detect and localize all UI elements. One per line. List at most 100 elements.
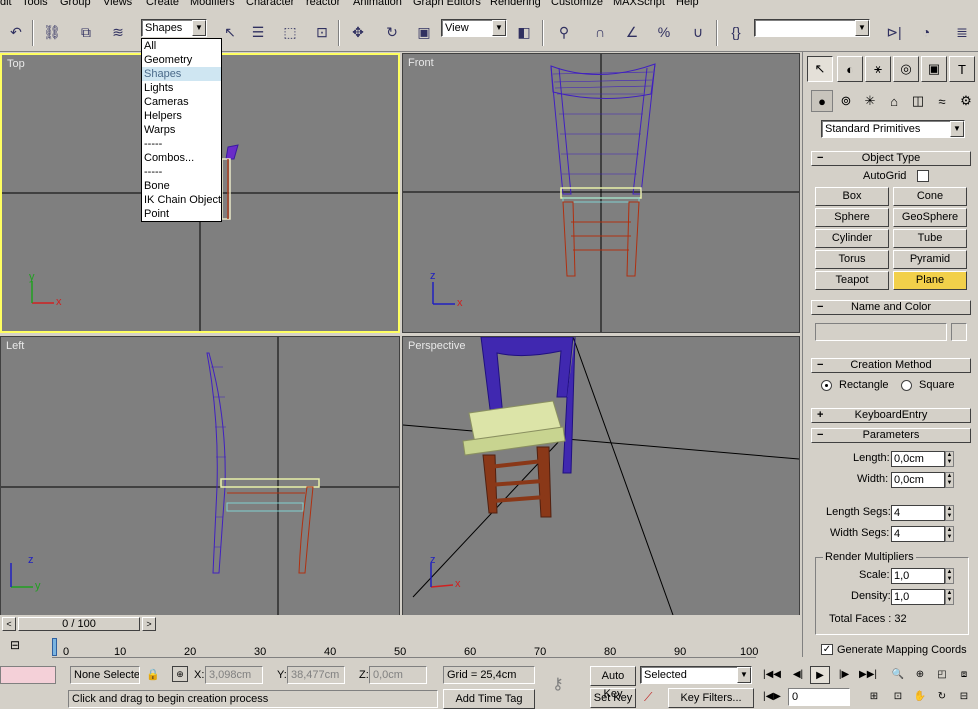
width-segs-spinner[interactable]: 4 ▲ ▼ [891, 526, 954, 542]
menu-views[interactable]: Views [103, 0, 132, 8]
play-icon[interactable]: ▶ [810, 666, 830, 684]
rectangular-selection-icon[interactable]: ⬚ [278, 20, 302, 44]
cone-button[interactable]: Cone [893, 187, 967, 206]
angle-snap-icon[interactable]: ∠ [620, 20, 644, 44]
menu-edit[interactable]: dit [0, 0, 12, 8]
add-time-tag-button[interactable]: Add Time Tag [443, 689, 535, 709]
menu-rendering[interactable]: Rendering [490, 0, 541, 8]
geometry-icon[interactable]: ● [811, 90, 833, 112]
object-type-rollout[interactable]: − Object Type [811, 151, 971, 166]
motion-tab-icon[interactable]: ◎ [893, 56, 919, 82]
y-coordinate-field[interactable]: 38,477cm [287, 666, 345, 684]
teapot-button[interactable]: Teapot [815, 271, 889, 290]
pan-icon[interactable]: ✋ [910, 688, 930, 706]
viewport-front[interactable]: Front x z [402, 53, 800, 333]
filter-option-warps[interactable]: Warps [142, 123, 221, 137]
current-frame-field[interactable]: 0 [788, 688, 850, 706]
go-to-end-icon[interactable]: ▶▶| [858, 666, 878, 684]
create-tab-icon[interactable]: ↖ [807, 56, 833, 82]
named-selection-select[interactable]: ▼ [754, 19, 870, 37]
menu-group[interactable]: Group [60, 0, 91, 8]
filter-option-lights[interactable]: Lights [142, 81, 221, 95]
pivot-center-icon[interactable]: ◧ [512, 20, 536, 44]
key-filters-button[interactable]: Key Filters... [668, 688, 754, 708]
window-crossing-icon[interactable]: ⊡ [310, 20, 334, 44]
spinner-arrows-icon[interactable]: ▲ ▼ [945, 472, 954, 488]
z-coordinate-field[interactable]: 0,0cm [369, 666, 427, 684]
hierarchy-tab-icon[interactable]: ⚹ [865, 56, 891, 82]
chevron-down-icon[interactable]: ▼ [950, 121, 964, 137]
time-slider[interactable]: < 0 / 100 > [0, 615, 802, 633]
zoom-extents-icon[interactable]: ◰ [932, 666, 952, 684]
absolute-mode-icon[interactable]: ⊕ [172, 666, 188, 682]
modify-tab-icon[interactable]: ◐ [837, 56, 863, 82]
next-frame-icon[interactable]: |▶ [834, 666, 854, 684]
width-spinner[interactable]: 0,0cm ▲ ▼ [891, 472, 954, 488]
generate-mapping-checkbox[interactable]: ✓ [821, 644, 833, 655]
utilities-tab-icon[interactable]: T [949, 56, 975, 82]
menu-maxscript[interactable]: MAXScript [613, 0, 665, 8]
display-tab-icon[interactable]: ▣ [921, 56, 947, 82]
filter-option-helpers[interactable]: Helpers [142, 109, 221, 123]
parameters-rollout[interactable]: − Parameters [811, 428, 971, 443]
manipulate-icon[interactable]: ⚲ [552, 20, 576, 44]
menu-graph-editors[interactable]: Graph Editors [413, 0, 481, 8]
zoom-all-icon[interactable]: ⊕ [910, 666, 930, 684]
plane-button[interactable]: Plane [893, 271, 967, 290]
menu-reactor[interactable]: reactor [306, 0, 340, 8]
select-by-name-icon[interactable]: ☰ [246, 20, 270, 44]
region-zoom-icon[interactable]: ⊡ [888, 688, 908, 706]
scale-icon[interactable]: ▣ [412, 20, 436, 44]
spinner-arrows-icon[interactable]: ▲ ▼ [945, 568, 954, 584]
viewport-left[interactable]: Left y z [0, 336, 400, 616]
key-mode-toggle-icon[interactable]: |◀▶ [762, 688, 782, 706]
length-segs-spinner[interactable]: 4 ▲ ▼ [891, 505, 954, 521]
menu-modifiers[interactable]: Modifiers [190, 0, 235, 8]
spinner-arrows-icon[interactable]: ▲ ▼ [945, 505, 954, 521]
x-coordinate-field[interactable]: 3,098cm [205, 666, 263, 684]
undo-icon[interactable]: ↶ [4, 20, 28, 44]
lights-icon[interactable]: ✳ [859, 90, 881, 112]
menu-customize[interactable]: Customize [551, 0, 603, 8]
menu-tools[interactable]: Tools [22, 0, 48, 8]
filter-option-ik-chain[interactable]: IK Chain Object [142, 193, 221, 207]
track-bar[interactable]: ⊟ 0 10 20 30 40 50 60 70 80 90 100 [0, 634, 802, 660]
go-to-start-icon[interactable]: |◀◀ [762, 666, 782, 684]
spinner-arrows-icon[interactable]: ▲ ▼ [945, 451, 954, 467]
snap-3d-icon[interactable]: ∩ [588, 20, 612, 44]
pyramid-button[interactable]: Pyramid [893, 250, 967, 269]
time-forward-icon[interactable]: > [142, 617, 156, 631]
density-spinner[interactable]: 1,0 ▲ ▼ [891, 589, 954, 605]
helpers-icon[interactable]: ◫ [907, 90, 929, 112]
set-key-icon[interactable]: ⚷ [552, 674, 564, 694]
filter-option-bone[interactable]: Bone [142, 179, 221, 193]
previous-frame-icon[interactable]: ◀| [788, 666, 808, 684]
name-color-rollout[interactable]: − Name and Color [811, 300, 971, 315]
spinner-arrows-icon[interactable]: ▲ ▼ [945, 526, 954, 542]
chevron-down-icon[interactable]: ▼ [855, 20, 869, 36]
default-in-out-tangent-icon[interactable]: ⟋ [644, 690, 666, 708]
unlink-icon[interactable]: ⧉ [74, 20, 98, 44]
shapes-icon[interactable]: ⊚ [835, 90, 857, 112]
chevron-down-icon[interactable]: ▼ [737, 667, 751, 683]
geosphere-button[interactable]: GeoSphere [893, 208, 967, 227]
auto-key-button[interactable]: Auto Key [590, 666, 636, 700]
set-key-button[interactable]: Set Key [590, 688, 636, 708]
length-spinner[interactable]: 0,0cm ▲ ▼ [891, 451, 954, 467]
lock-selection-icon[interactable]: 🔒 [146, 668, 160, 681]
spinner-arrows-icon[interactable]: ▲ ▼ [945, 589, 954, 605]
rotate-icon[interactable]: ↻ [380, 20, 404, 44]
select-link-icon[interactable]: ⛓ [40, 20, 64, 44]
box-button[interactable]: Box [815, 187, 889, 206]
space-warps-icon[interactable]: ≈ [931, 90, 953, 112]
chevron-down-icon[interactable]: ▼ [492, 20, 506, 36]
percent-snap-icon[interactable]: % [652, 20, 676, 44]
sphere-button[interactable]: Sphere [815, 208, 889, 227]
menu-create[interactable]: Create [146, 0, 179, 8]
align-icon[interactable]: ◔ [914, 20, 938, 44]
selection-filter-select[interactable]: Shapes ▼ [141, 19, 207, 37]
filter-option-combos[interactable]: Combos... [142, 151, 221, 165]
maxscript-listener-field[interactable] [0, 666, 56, 684]
object-color-swatch[interactable] [951, 323, 967, 341]
menu-help[interactable]: Help [676, 0, 699, 8]
